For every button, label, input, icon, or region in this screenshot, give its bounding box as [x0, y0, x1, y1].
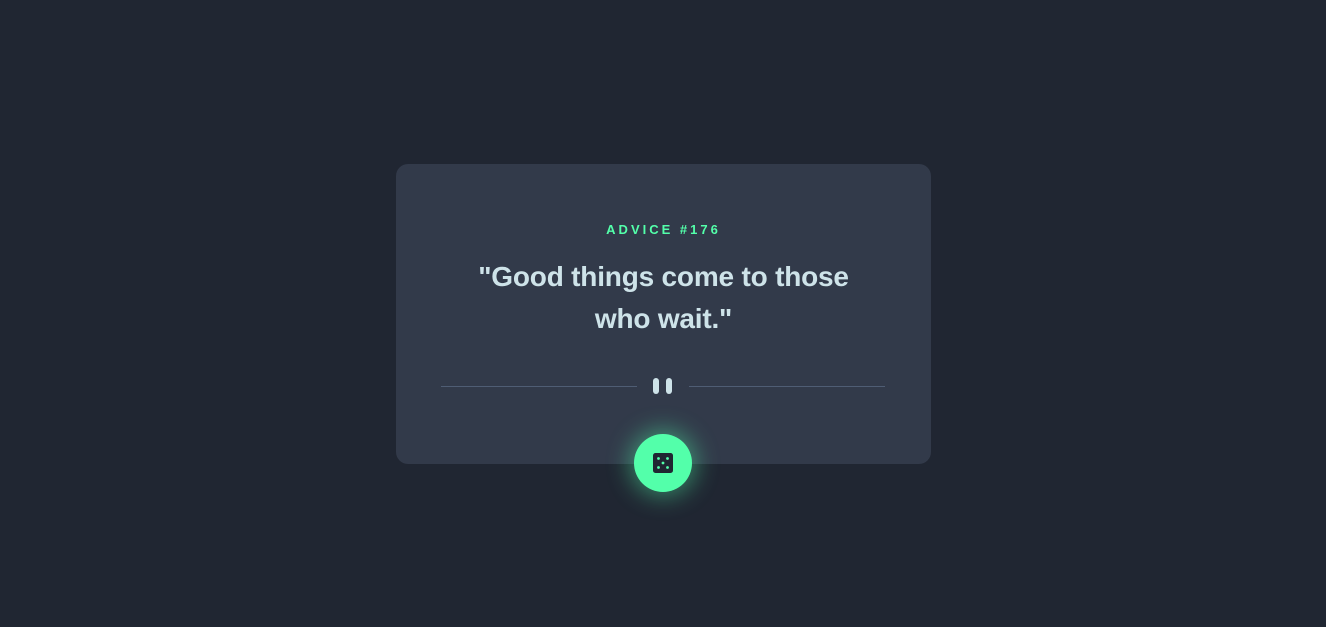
dice-icon	[653, 453, 673, 473]
app-root: ADVICE #176 "Good things come to those w…	[0, 0, 1326, 627]
divider-line-right	[689, 386, 885, 387]
advice-id-label: ADVICE #176	[606, 222, 721, 237]
advice-card: ADVICE #176 "Good things come to those w…	[396, 164, 931, 464]
advice-quote: "Good things come to those who wait."	[478, 261, 849, 334]
new-advice-dice-button[interactable]	[634, 434, 692, 492]
pattern-divider	[441, 376, 885, 396]
divider-line-left	[441, 386, 637, 387]
pause-icon	[652, 378, 674, 394]
